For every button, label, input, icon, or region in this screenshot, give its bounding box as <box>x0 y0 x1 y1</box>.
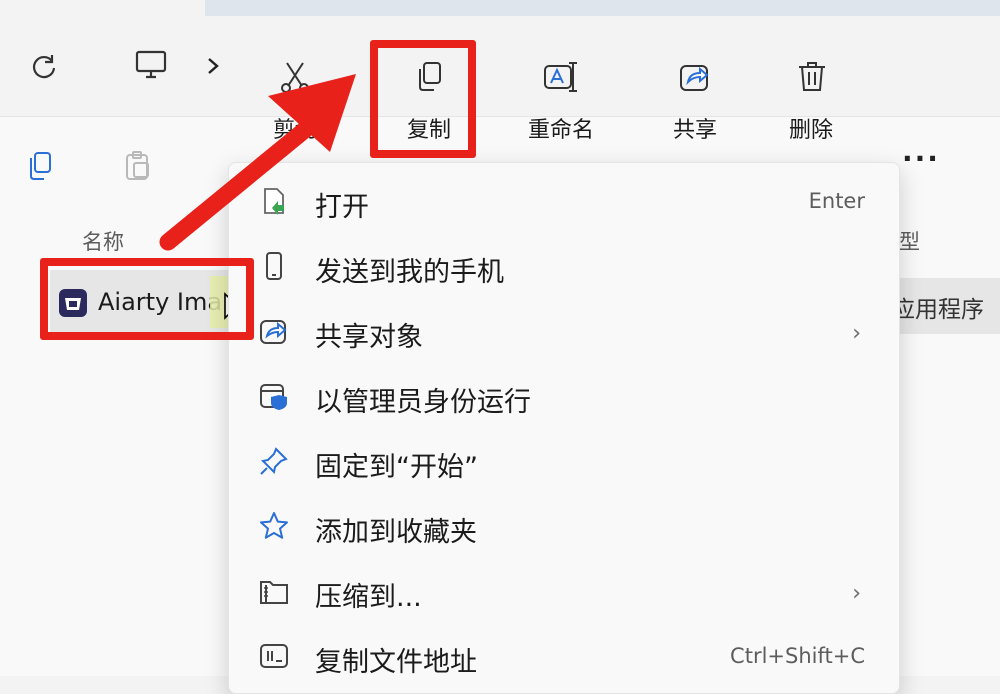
menu-item-send-to-phone[interactable]: 发送到我的手机 <box>229 236 899 296</box>
computer-icon[interactable] <box>134 48 168 82</box>
menu-item-shortcut: Ctrl+Shift+C <box>730 644 865 668</box>
column-header-name[interactable]: 名称 <box>82 226 124 256</box>
copy-small-icon[interactable] <box>24 150 56 182</box>
cut-button[interactable]: 剪切 <box>240 52 350 152</box>
rename-label: 重命名 <box>527 118 594 143</box>
pin-icon <box>260 447 288 475</box>
share-icon <box>260 320 287 344</box>
scissors-icon <box>281 62 309 93</box>
title-strip <box>205 0 1000 16</box>
chevron-right-icon: › <box>852 581 861 606</box>
menu-item-label: 固定到“开始” <box>315 452 478 483</box>
star-icon <box>260 512 288 539</box>
menu-item-compress[interactable]: 压缩到... › <box>229 561 899 621</box>
phone-icon <box>266 252 282 280</box>
open-file-icon <box>264 188 284 215</box>
zip-folder-icon <box>260 581 288 604</box>
shield-icon <box>260 384 287 410</box>
chevron-right-icon: › <box>852 321 861 346</box>
paste-icon[interactable] <box>122 150 154 182</box>
delete-label: 删除 <box>788 118 833 143</box>
menu-item-run-as-admin[interactable]: 以管理员身份运行 <box>229 366 899 426</box>
context-menu: 打开 Enter 发送到我的手机 共享对象 › 以管理员身份运行 固定到“开始” <box>228 162 900 694</box>
copy-path-icon <box>260 644 288 668</box>
share-icon <box>680 65 709 91</box>
menu-item-copy-path[interactable]: 复制文件地址 Ctrl+Shift+C <box>229 626 899 686</box>
file-type-cell: 应用程序 <box>888 278 1000 334</box>
menu-item-open[interactable]: 打开 Enter <box>229 171 899 231</box>
menu-item-label: 发送到我的手机 <box>315 257 504 288</box>
menu-item-label: 添加到收藏夹 <box>315 517 477 548</box>
menu-item-add-to-favorites[interactable]: 添加到收藏夹 <box>229 496 899 556</box>
menu-item-share[interactable]: 共享对象 › <box>229 301 899 361</box>
cut-label: 剪切 <box>272 118 317 143</box>
rename-button[interactable]: 重命名 <box>506 52 616 152</box>
delete-button[interactable]: 删除 <box>774 52 850 152</box>
chevron-right-icon[interactable] <box>204 56 222 76</box>
share-label: 共享 <box>672 118 717 143</box>
annotation-box-file <box>40 258 254 340</box>
file-type-value: 应用程序 <box>892 297 984 323</box>
menu-item-label: 复制文件地址 <box>315 647 477 678</box>
more-options-label: ··· <box>902 142 940 175</box>
menu-item-label: 打开 <box>315 192 369 223</box>
more-options-button[interactable]: ··· <box>896 142 946 182</box>
rename-icon <box>544 62 577 92</box>
trash-icon <box>799 62 825 91</box>
menu-item-pin-to-start[interactable]: 固定到“开始” <box>229 431 899 491</box>
share-button[interactable]: 共享 <box>640 52 750 152</box>
menu-item-label: 以管理员身份运行 <box>315 387 531 418</box>
annotation-box-copy <box>370 40 476 158</box>
menu-item-shortcut: Enter <box>808 189 865 213</box>
menu-item-label: 压缩到... <box>315 582 422 613</box>
menu-item-label: 共享对象 <box>315 322 423 353</box>
refresh-icon[interactable] <box>30 52 58 80</box>
